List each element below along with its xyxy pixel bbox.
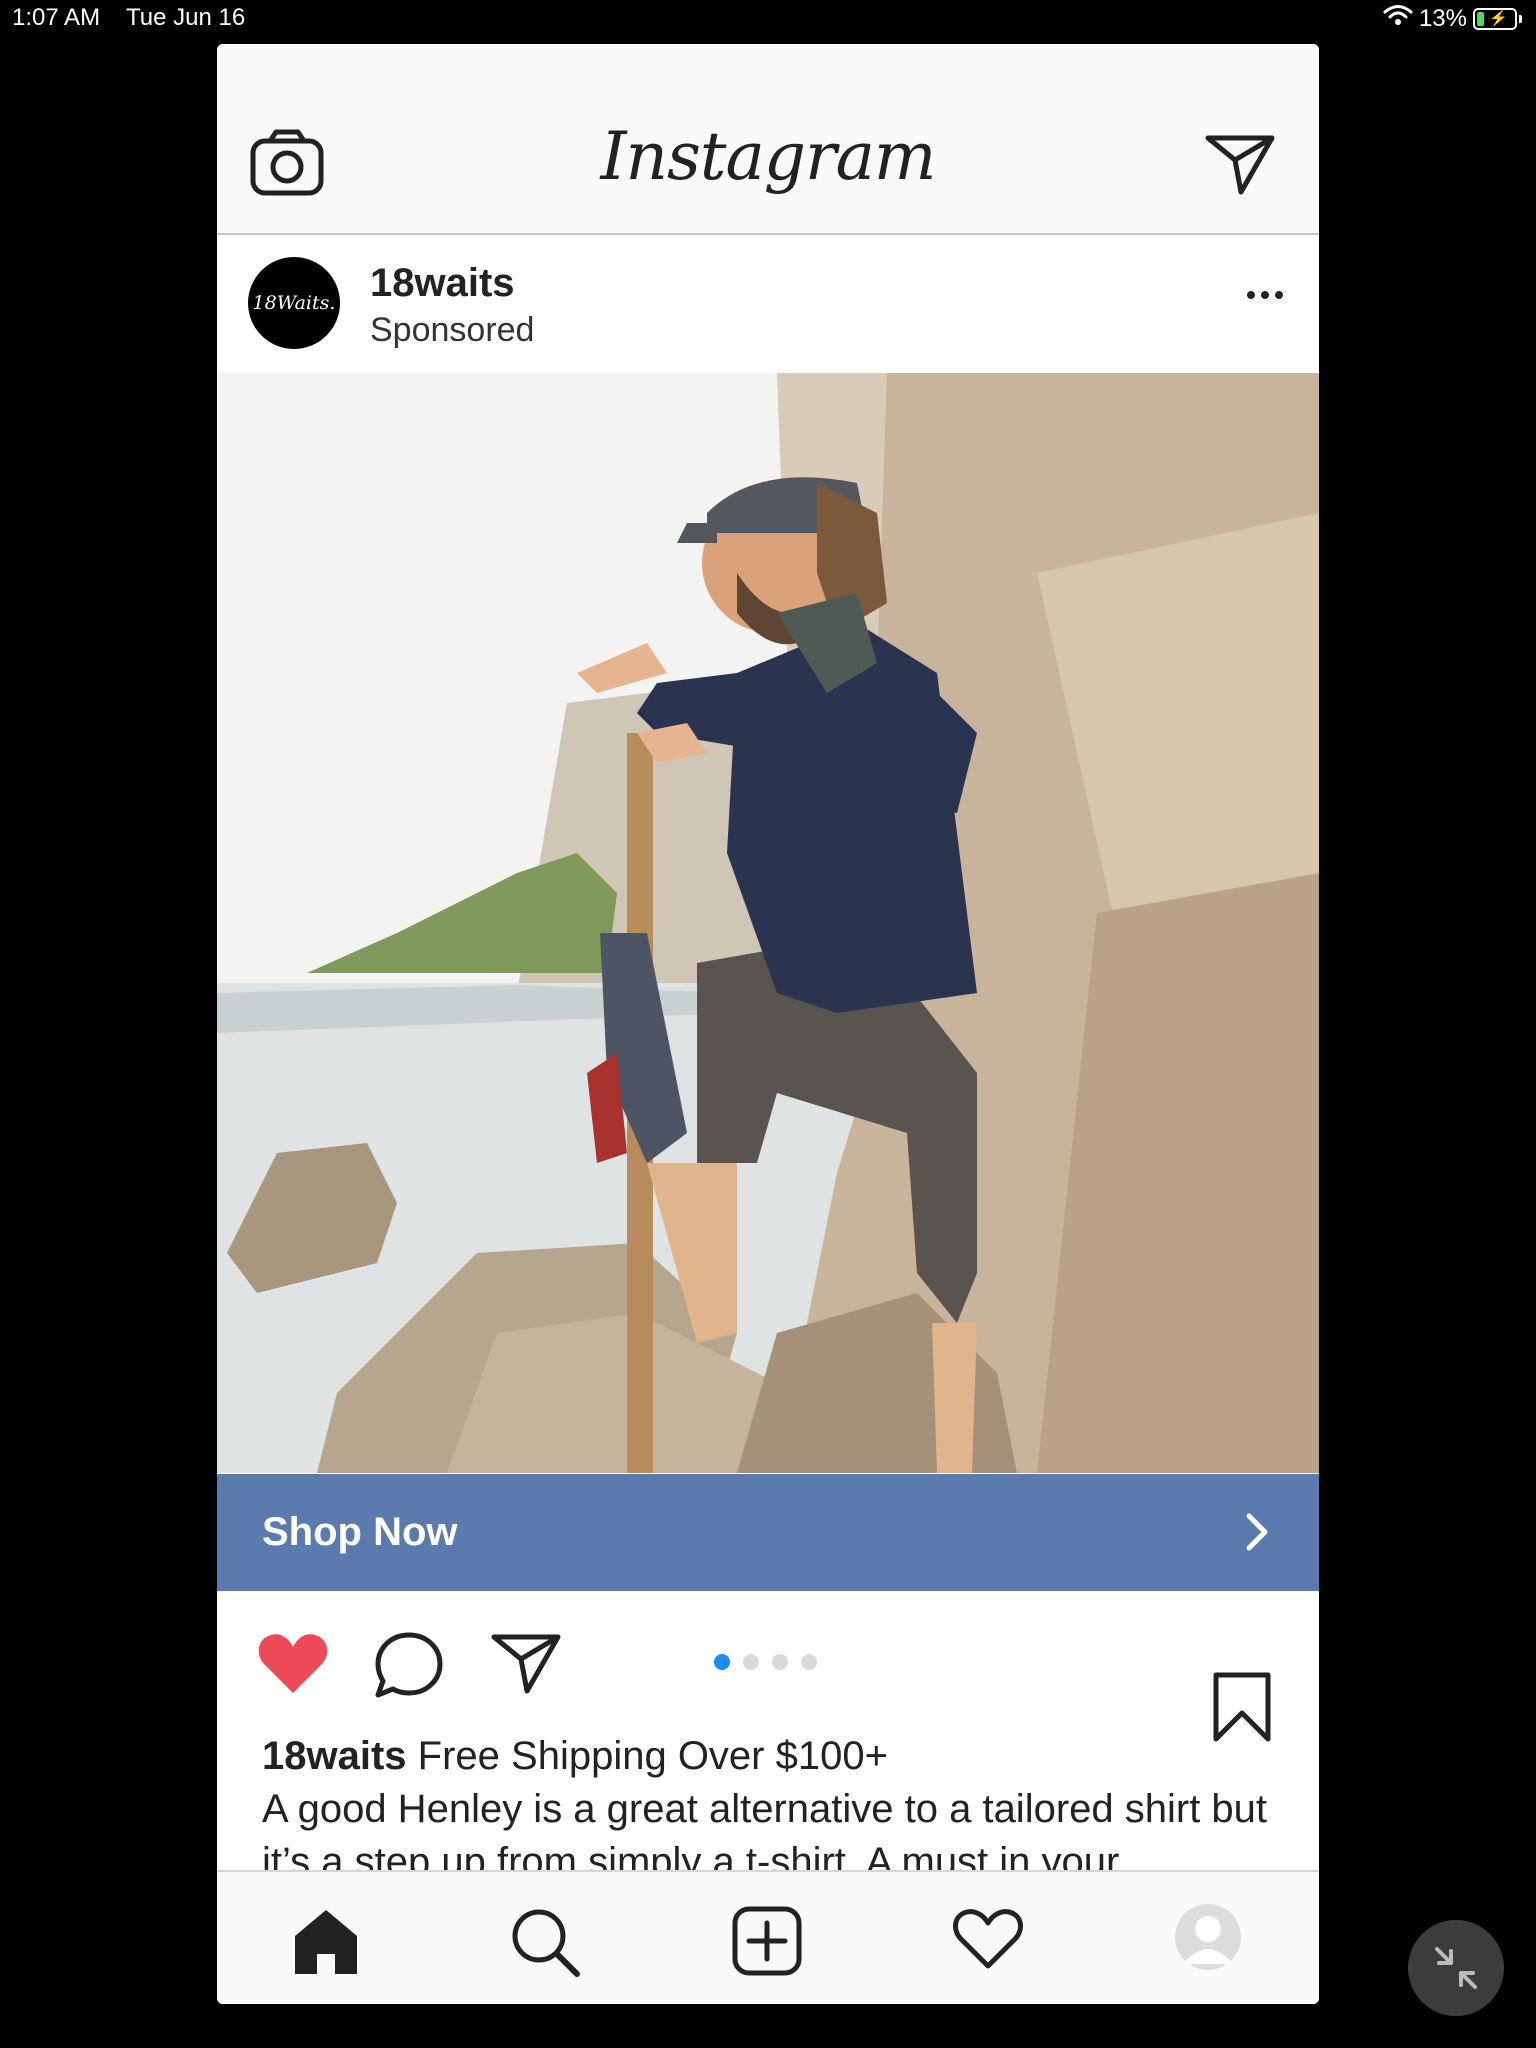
caption-headline: Free Shipping Over $100+ [417, 1734, 888, 1778]
wifi-icon [1383, 4, 1413, 33]
send-icon[interactable] [1205, 134, 1275, 201]
post-photo[interactable] [217, 373, 1319, 1473]
caption-username[interactable]: 18waits [262, 1734, 407, 1778]
carousel-dot [772, 1654, 788, 1670]
chevron-right-icon [1245, 1512, 1269, 1557]
carousel-dot [743, 1654, 759, 1670]
post-actions [217, 1591, 1319, 1742]
home-icon[interactable] [291, 1906, 361, 1981]
battery-icon: ⚡ [1473, 7, 1517, 30]
search-icon[interactable] [509, 1906, 581, 1983]
new-post-icon[interactable] [732, 1906, 802, 1981]
status-date: Tue Jun 16 [126, 4, 246, 31]
post-header: 18Waits. 18waits Sponsored [217, 235, 1319, 374]
comment-icon[interactable] [374, 1631, 444, 1704]
shop-now-label: Shop Now [262, 1510, 458, 1554]
status-right: 13% ⚡ [1383, 4, 1522, 33]
bottom-tab-bar [217, 1870, 1319, 2004]
carousel-dot [801, 1654, 817, 1670]
avatar[interactable]: 18Waits. [248, 257, 340, 349]
share-icon[interactable] [491, 1633, 561, 1700]
minimize-icon[interactable] [1408, 1920, 1504, 2016]
heart-filled-icon[interactable] [257, 1631, 329, 1700]
carousel-indicator [714, 1654, 817, 1670]
carousel-dot-active [714, 1654, 730, 1670]
shop-now-button[interactable]: Shop Now [217, 1474, 1319, 1591]
more-icon[interactable] [1247, 291, 1283, 299]
instagram-app: Instagram 18Waits. 18waits Sponsored Sho… [217, 44, 1319, 2004]
status-time: 1:07 AM [12, 4, 101, 31]
app-header: Instagram [217, 44, 1319, 235]
activity-icon[interactable] [952, 1906, 1024, 1975]
instagram-logo: Instagram [600, 118, 936, 195]
post-username[interactable]: 18waits [370, 261, 515, 306]
sponsored-label: Sponsored [370, 311, 535, 349]
profile-icon[interactable] [1175, 1904, 1241, 1970]
status-bar: 1:07 AM Tue Jun 16 13% ⚡ [0, 0, 1536, 40]
battery-percent: 13% [1418, 4, 1467, 32]
